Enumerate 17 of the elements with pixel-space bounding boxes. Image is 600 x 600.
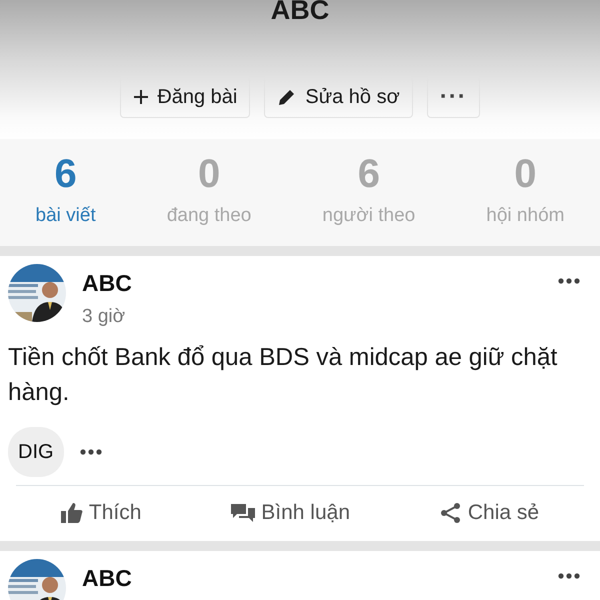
author-name[interactable]: ABC (82, 566, 542, 590)
author-name[interactable]: ABC (82, 272, 542, 295)
comment-button[interactable]: Bình luận (225, 496, 356, 530)
more-options-icon[interactable] (558, 278, 580, 284)
profile-title: ABC (270, 0, 330, 24)
thumbs-up-icon (60, 503, 83, 524)
stat-tab[interactable]: 6 bài viết (0, 154, 132, 231)
more-tags-icon[interactable] (80, 448, 102, 455)
plus-icon (133, 89, 150, 105)
chat-bubbles-icon (231, 503, 256, 524)
more-options-icon[interactable] (558, 572, 580, 579)
share-button[interactable]: Chia sẻ (434, 496, 546, 530)
post-text: Tiền chốt Bank đổ qua BDS và midcap ae giữ chặt hàng. (8, 342, 558, 408)
tag-chip[interactable]: DIG (8, 426, 64, 477)
share-icon (440, 502, 462, 524)
like-button[interactable]: Thích (54, 496, 148, 530)
post-time: 3 giờ (82, 305, 126, 329)
